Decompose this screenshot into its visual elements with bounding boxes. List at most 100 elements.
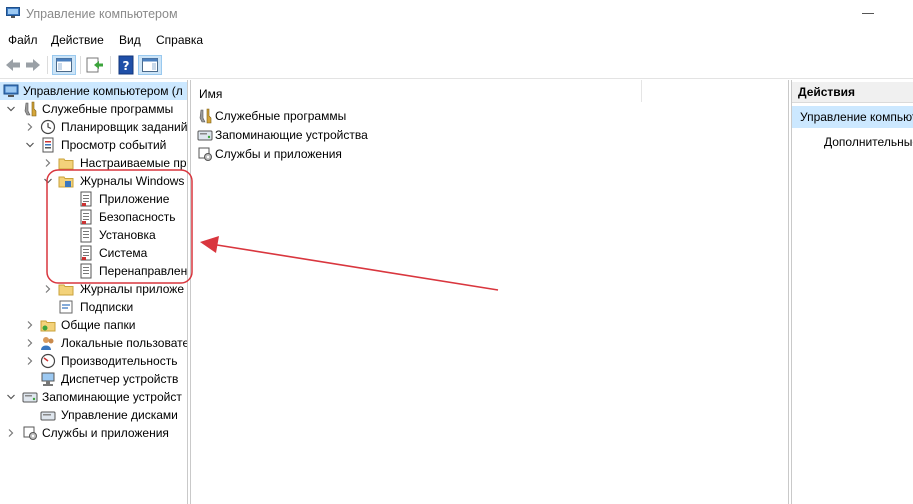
tree-item-disk-management[interactable]: Управление дисками: [0, 406, 187, 424]
storage-icon: [197, 130, 213, 141]
tree-item-services-apps[interactable]: Службы и приложения: [0, 424, 187, 442]
folder-icon: [58, 158, 74, 170]
show-hide-action-pane-button[interactable]: [138, 55, 162, 75]
tree-label: Службы и приложения: [42, 426, 169, 440]
folder-icon: [58, 284, 74, 296]
chevron-right-icon[interactable]: [25, 338, 35, 348]
tree-label: Подписки: [80, 300, 134, 314]
tree-item-app-logs[interactable]: Журналы приложе: [0, 280, 187, 298]
tree-item-root[interactable]: Управление компьютером (л: [0, 82, 187, 100]
show-hide-console-tree-button[interactable]: [52, 55, 76, 75]
list-item-storage[interactable]: Запоминающие устройства: [191, 126, 491, 144]
tree-label: Управление дисками: [61, 408, 178, 422]
forward-icon[interactable]: [24, 55, 42, 75]
tree-label: Запоминающие устройст: [42, 390, 182, 404]
back-icon[interactable]: [4, 55, 22, 75]
actions-header: Действия: [792, 82, 913, 103]
svg-text:?: ?: [123, 59, 130, 73]
actions-section-label: Управление компьюте: [800, 110, 913, 124]
chevron-right-icon[interactable]: [25, 122, 35, 132]
toolbar: ?: [0, 52, 913, 79]
tree-label: Журналы приложе: [80, 282, 184, 296]
help-icon[interactable]: ?: [116, 55, 136, 75]
clock-icon: [40, 119, 56, 135]
window-title: Управление компьютером: [26, 7, 178, 21]
tree-label: Диспетчер устройств: [61, 372, 179, 386]
tree-item-local-users[interactable]: Локальные пользовате: [0, 334, 188, 352]
chevron-down-icon[interactable]: [6, 392, 16, 402]
list-item-label: Службы и приложения: [215, 147, 342, 161]
tree-item-log-forwarded[interactable]: Перенаправлен: [0, 262, 188, 280]
tree-item-log-setup[interactable]: Установка: [0, 226, 187, 244]
chevron-right-icon[interactable]: [6, 428, 16, 438]
tree-label: Установка: [99, 228, 156, 242]
list-item-services-apps[interactable]: Службы и приложения: [191, 145, 491, 163]
tree-label: Служебные программы: [42, 102, 174, 116]
chevron-down-icon[interactable]: [25, 140, 35, 150]
actions-pane: Действия Управление компьюте Дополнитель…: [791, 80, 913, 504]
tree-item-log-system[interactable]: Система: [0, 244, 187, 262]
log-icon: [80, 191, 92, 207]
menu-file[interactable]: Файл: [8, 33, 38, 47]
tree-item-event-viewer[interactable]: Просмотр событий: [0, 136, 187, 154]
export-list-icon[interactable]: [85, 55, 105, 75]
tree-item-windows-logs[interactable]: Журналы Windows: [0, 172, 187, 190]
tree-label: Журналы Windows: [80, 174, 185, 188]
tree-item-subscriptions[interactable]: Подписки: [0, 298, 187, 316]
column-header-name[interactable]: Имя: [191, 80, 642, 102]
tree-label: Управление компьютером (л: [23, 84, 183, 98]
list-item-label: Запоминающие устройства: [215, 128, 368, 142]
computer-management-icon: [6, 7, 20, 18]
action-more-actions[interactable]: Дополнительные: [824, 135, 913, 149]
chevron-right-icon[interactable]: [43, 158, 53, 168]
storage-icon: [22, 392, 38, 403]
console-tree-icon: [56, 58, 72, 72]
users-icon: [41, 337, 54, 350]
list-item-system-tools[interactable]: Служебные программы: [191, 107, 491, 125]
tree-item-custom-views[interactable]: Настраиваемые пр: [0, 154, 187, 172]
tree-item-log-security[interactable]: Безопасность: [0, 208, 187, 226]
menu-action[interactable]: Действие: [51, 33, 104, 47]
tree-item-system-tools[interactable]: Служебные программы: [0, 100, 187, 118]
tree-label: Локальные пользовате: [61, 336, 188, 350]
menu-view[interactable]: Вид: [119, 33, 141, 47]
tree-label: Настраиваемые пр: [80, 156, 187, 170]
minimize-button[interactable]: [862, 13, 874, 14]
tree-item-storage[interactable]: Запоминающие устройст: [0, 388, 187, 406]
chevron-right-icon[interactable]: [43, 284, 53, 294]
list-item-label: Служебные программы: [215, 109, 347, 123]
tree-label: Перенаправлен: [99, 264, 188, 278]
log-icon: [80, 263, 92, 279]
menu-help[interactable]: Справка: [156, 33, 203, 47]
tree-label: Планировщик заданий: [61, 120, 188, 134]
tree-label: Приложение: [99, 192, 170, 206]
actions-section-computer-management[interactable]: Управление компьюте: [792, 106, 913, 128]
console-tree: Управление компьютером (л Служебные прог…: [0, 80, 188, 504]
title-bar: Управление компьютером: [0, 0, 913, 28]
services-icon: [198, 147, 212, 161]
tree-label: Просмотр событий: [61, 138, 167, 152]
tree-label: Безопасность: [99, 210, 176, 224]
shared-folder-icon: [40, 320, 56, 332]
tools-icon: [24, 101, 37, 117]
actions-title: Действия: [798, 85, 856, 99]
services-icon: [23, 426, 37, 440]
device-manager-icon: [41, 372, 55, 386]
chevron-down-icon[interactable]: [43, 176, 53, 186]
subscriptions-icon: [59, 300, 73, 314]
tree-label: Производительность: [61, 354, 178, 368]
log-folder-icon: [58, 176, 74, 188]
tree-item-shared-folders[interactable]: Общие папки: [0, 316, 187, 334]
tree-item-performance[interactable]: Производительность: [0, 352, 187, 370]
tree-label: Общие папки: [61, 318, 136, 332]
chevron-right-icon[interactable]: [25, 356, 35, 366]
chevron-down-icon[interactable]: [6, 104, 16, 114]
chevron-right-icon[interactable]: [25, 320, 35, 330]
tree-item-log-application[interactable]: Приложение: [0, 190, 187, 208]
tools-icon: [199, 108, 212, 124]
tree-item-device-manager[interactable]: Диспетчер устройств: [0, 370, 187, 388]
tree-item-task-scheduler[interactable]: Планировщик заданий: [0, 118, 188, 136]
disk-management-icon: [40, 411, 56, 421]
computer-management-icon: [3, 84, 19, 97]
log-icon: [80, 227, 92, 243]
